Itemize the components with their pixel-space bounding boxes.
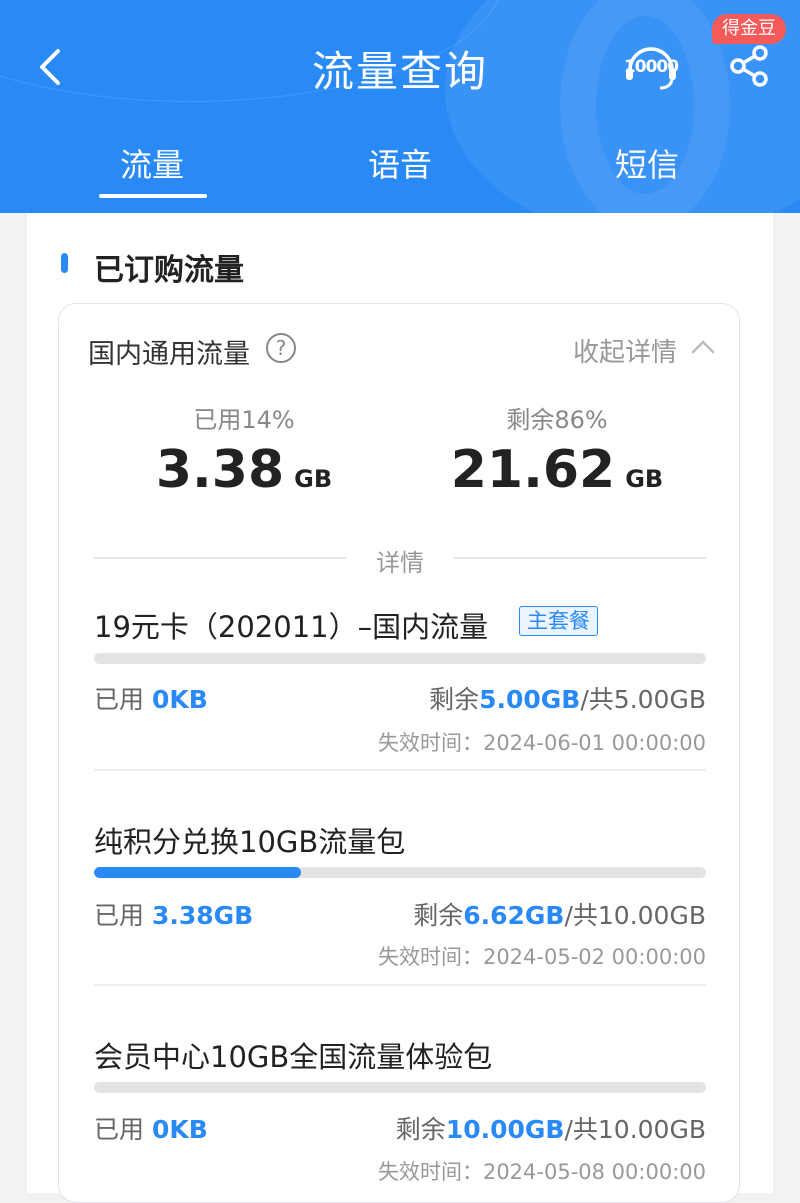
tab-sms[interactable]: 短信 [572,140,722,186]
used-text: 已用 0KB [94,1110,208,1146]
details-divider-label: 详情 [376,549,424,577]
remain-text: 剩余6.62GB/共10.00GB [413,896,706,932]
help-icon[interactable]: ? [266,333,296,363]
expire-time: 失效时间：2024-06-01 00:00:00 [377,731,706,755]
used-value: 3.38GB [151,901,254,930]
expire-time: 失效时间：2024-05-08 00:00:00 [377,1160,706,1184]
coin-badge[interactable]: 得金豆 [712,14,786,44]
used-prefix: 已用 [94,685,152,714]
remain-prefix: 剩余 [429,685,480,714]
used-text: 已用 0KB [94,680,208,716]
used-text: 已用 3.38GB [94,896,253,932]
chevron-up-icon[interactable] [690,336,716,358]
page-title: 流量查询 [311,47,488,96]
share-icon [730,45,768,87]
total-value: /共5.00GB [580,685,706,714]
remain-text: 剩余10.00GB/共10.00GB [396,1110,706,1146]
used-amount-unit: GB [294,465,333,493]
customer-service-number: 10000 [623,57,679,77]
used-amount-value: 3.38 [155,440,285,500]
remain-percent-label: 剩余86% [506,406,608,434]
tab-bar: 流量 语音 短信 [0,140,800,200]
remain-value: 5.00GB [479,685,581,714]
remain-amount-unit: GB [625,465,664,493]
card-title: 国内通用流量 [88,339,250,370]
used-amount: 3.38 GB [114,440,374,500]
row-separator [94,769,706,771]
section-title: 已订购流量 [94,253,244,288]
tab-label: 短信 [614,146,679,184]
customer-service-button[interactable]: 10000 [622,44,680,92]
expire-time: 失效时间：2024-05-02 00:00:00 [377,945,706,969]
usage-progress-bar [94,653,706,664]
tab-label: 流量 [119,146,184,184]
used-prefix: 已用 [94,901,152,930]
usage-progress-fill [94,867,301,878]
package-name: 19元卡（202011）–国内流量 [94,610,489,644]
header-bar: 流量查询 10000 得金豆 流量 语音 短信 [0,0,800,213]
remain-amount-value: 21.62 [450,440,616,500]
remain-text: 剩余5.00GB/共5.00GB [429,680,706,716]
used-value: 0KB [151,685,208,714]
remain-amount: 21.62 GB [427,440,687,500]
used-value: 0KB [151,1115,208,1144]
total-value: /共10.00GB [564,1115,706,1144]
remain-value: 10.00GB [445,1115,565,1144]
tab-voice[interactable]: 语音 [325,140,475,186]
remain-prefix: 剩余 [395,1115,446,1144]
row-separator [94,984,706,986]
tab-label: 语音 [367,146,432,184]
share-button[interactable] [728,44,772,88]
remain-value: 6.62GB [463,901,565,930]
active-tab-indicator [99,194,207,198]
used-percent-label: 已用14% [193,406,295,434]
remain-prefix: 剩余 [413,901,464,930]
usage-progress-bar [94,867,706,878]
package-name: 纯积分兑换10GB流量包 [94,825,406,859]
tab-data[interactable]: 流量 [77,140,227,198]
package-name: 会员中心10GB全国流量体验包 [94,1040,493,1074]
collapse-details-button[interactable]: 收起详情 [573,332,677,369]
main-plan-badge: 主套餐 [519,606,598,636]
section-accent-bar [61,253,68,273]
total-value: /共10.00GB [564,901,706,930]
usage-progress-bar [94,1082,706,1093]
used-prefix: 已用 [94,1115,152,1144]
